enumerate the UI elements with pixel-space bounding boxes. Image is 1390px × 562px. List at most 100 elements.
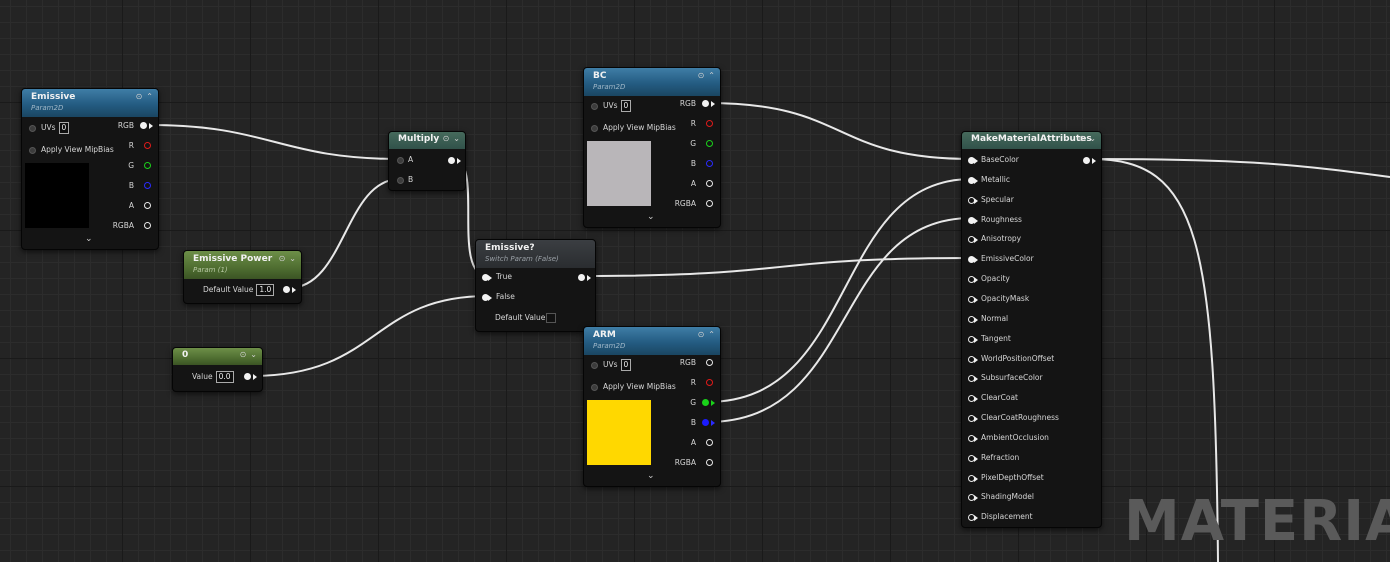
input-b-pin[interactable] bbox=[397, 177, 404, 184]
output-b-pin[interactable] bbox=[706, 160, 713, 167]
default-value-checkbox[interactable] bbox=[546, 313, 556, 323]
constant-node[interactable]: 0 ⊙ ⌄ Value 0.0 bbox=[172, 347, 263, 392]
default-value-label: Default Value bbox=[203, 285, 254, 294]
multiply-node[interactable]: Multiply ⊙ ⌄ A B bbox=[388, 131, 466, 191]
output-rgb-label: RGB bbox=[679, 358, 696, 367]
pin-arrow bbox=[974, 316, 978, 323]
output-b-pin[interactable] bbox=[702, 419, 709, 426]
uvs-row: UVs 0 bbox=[41, 122, 70, 134]
output-g-label: G bbox=[690, 398, 696, 407]
output-g-pin[interactable] bbox=[706, 140, 713, 147]
output-g-pin[interactable] bbox=[144, 162, 151, 169]
preview-icon[interactable]: ⊙ bbox=[443, 134, 450, 143]
attribute-input-label: ClearCoatRoughness bbox=[981, 413, 1059, 423]
uvs-label: UVs bbox=[603, 101, 618, 110]
output-rgb-pin[interactable] bbox=[702, 100, 709, 107]
preview-icon[interactable]: ⊙ bbox=[240, 350, 247, 359]
output-r-pin[interactable] bbox=[144, 142, 151, 149]
output-rgb-label: RGB bbox=[117, 121, 134, 130]
attribute-input-label: Specular bbox=[981, 194, 1014, 204]
attribute-input-label: Tangent bbox=[981, 333, 1011, 343]
uvs-label: UVs bbox=[41, 123, 56, 132]
output-b-pin[interactable] bbox=[144, 182, 151, 189]
default-value-input[interactable]: 1.0 bbox=[256, 284, 275, 296]
node-header[interactable]: Emissive Param2D ⊙ ⌃ bbox=[22, 89, 158, 117]
make-material-attributes-node[interactable]: MakeMaterialAttributes ⊙ ⌄ BaseColor Metal… bbox=[961, 131, 1102, 528]
output-r-pin[interactable] bbox=[706, 379, 713, 386]
uvs-value-input[interactable]: 0 bbox=[620, 359, 632, 371]
collapse-icon[interactable]: ⌄ bbox=[453, 134, 460, 143]
uvs-input-pin[interactable] bbox=[591, 362, 598, 369]
output-rgba-label: RGBA bbox=[674, 458, 696, 467]
output-rgba-pin[interactable] bbox=[706, 459, 713, 466]
output-a-pin[interactable] bbox=[144, 202, 151, 209]
switch-param-node[interactable]: Emissive? Switch Param (False) True Fals… bbox=[475, 239, 596, 332]
output-rgba-pin[interactable] bbox=[706, 200, 713, 207]
mipbias-input-pin[interactable] bbox=[591, 125, 598, 132]
attribute-input-label: AmbientOcclusion bbox=[981, 432, 1049, 442]
output-a-pin[interactable] bbox=[706, 180, 713, 187]
output-rgb-pin[interactable] bbox=[140, 122, 147, 129]
chevron-down-icon[interactable]: ⌄ bbox=[647, 471, 655, 481]
watermark-text: MATERIAL bbox=[1124, 489, 1390, 554]
input-false-label: False bbox=[496, 292, 515, 301]
pin-arrow bbox=[974, 455, 978, 462]
node-title: Emissive? bbox=[485, 243, 535, 253]
node-header[interactable]: BC Param2D ⊙ ⌃ bbox=[584, 68, 720, 96]
preview-icon[interactable]: ⊙ bbox=[1079, 134, 1086, 143]
node-header[interactable]: 0 ⊙ ⌄ bbox=[173, 348, 262, 365]
output-pin[interactable] bbox=[244, 373, 251, 380]
output-a-label: A bbox=[690, 179, 696, 188]
arm-texture-node[interactable]: ARM Param2D ⊙ ⌃ UVs 0 Apply View MipBias R… bbox=[583, 326, 721, 487]
pin-arrow bbox=[974, 237, 978, 244]
preview-icon[interactable]: ⊙ bbox=[136, 92, 143, 101]
collapse-icon[interactable]: ⌃ bbox=[146, 92, 153, 101]
mipbias-input-pin[interactable] bbox=[591, 384, 598, 391]
pin-arrow bbox=[974, 356, 978, 363]
uvs-row: UVs 0 bbox=[603, 100, 632, 112]
uvs-value-input[interactable]: 0 bbox=[58, 122, 70, 134]
output-r-pin[interactable] bbox=[706, 120, 713, 127]
wire-arm-g-to-metallic bbox=[706, 178, 973, 403]
preview-icon[interactable]: ⊙ bbox=[698, 71, 705, 80]
collapse-icon[interactable]: ⌄ bbox=[289, 254, 296, 263]
output-pin[interactable] bbox=[1083, 157, 1090, 164]
output-pin[interactable] bbox=[283, 286, 290, 293]
preview-icon[interactable]: ⊙ bbox=[698, 330, 705, 339]
preview-icon[interactable]: ⊙ bbox=[279, 254, 286, 263]
node-header[interactable]: Emissive? Switch Param (False) bbox=[476, 240, 595, 268]
mipbias-input-pin[interactable] bbox=[29, 147, 36, 154]
collapse-icon[interactable]: ⌃ bbox=[708, 330, 715, 339]
attribute-input-label: Normal bbox=[981, 313, 1009, 323]
output-pin[interactable] bbox=[578, 274, 585, 281]
emissive-power-node[interactable]: Emissive Power Param (1) ⊙ ⌄ Default Valu… bbox=[183, 250, 302, 304]
collapse-icon[interactable]: ⌃ bbox=[708, 71, 715, 80]
pin-arrow bbox=[974, 495, 978, 502]
uvs-input-pin[interactable] bbox=[591, 103, 598, 110]
uvs-value-input[interactable]: 0 bbox=[620, 100, 632, 112]
chevron-down-icon[interactable]: ⌄ bbox=[85, 234, 93, 244]
uvs-input-pin[interactable] bbox=[29, 125, 36, 132]
node-header[interactable]: Multiply ⊙ ⌄ bbox=[389, 132, 465, 149]
value-input[interactable]: 0.0 bbox=[215, 371, 234, 383]
output-g-pin[interactable] bbox=[702, 399, 709, 406]
attribute-input-label: BaseColor bbox=[981, 155, 1019, 164]
chevron-down-icon[interactable]: ⌄ bbox=[647, 212, 655, 222]
node-header[interactable]: Emissive Power Param (1) ⊙ ⌄ bbox=[184, 251, 301, 279]
wire-mma-out-right bbox=[1090, 158, 1390, 178]
input-a-pin[interactable] bbox=[397, 157, 404, 164]
pin-arrow bbox=[974, 515, 978, 522]
pin-arrow bbox=[974, 296, 978, 303]
emissive-texture-node[interactable]: Emissive Param2D ⊙ ⌃ UVs 0 Apply View MipB… bbox=[21, 88, 159, 250]
output-pin[interactable] bbox=[448, 157, 455, 164]
node-header[interactable]: MakeMaterialAttributes ⊙ ⌄ bbox=[962, 132, 1101, 149]
bc-texture-node[interactable]: BC Param2D ⊙ ⌃ UVs 0 Apply View MipBias RG… bbox=[583, 67, 721, 228]
output-rgb-pin[interactable] bbox=[706, 359, 713, 366]
wire-bc-to-basecolor bbox=[706, 102, 973, 160]
output-a-pin[interactable] bbox=[706, 439, 713, 446]
attribute-input-label: Displacement bbox=[981, 512, 1033, 522]
node-header[interactable]: ARM Param2D ⊙ ⌃ bbox=[584, 327, 720, 355]
collapse-icon[interactable]: ⌄ bbox=[1089, 134, 1096, 143]
collapse-icon[interactable]: ⌄ bbox=[250, 350, 257, 359]
output-rgba-pin[interactable] bbox=[144, 222, 151, 229]
